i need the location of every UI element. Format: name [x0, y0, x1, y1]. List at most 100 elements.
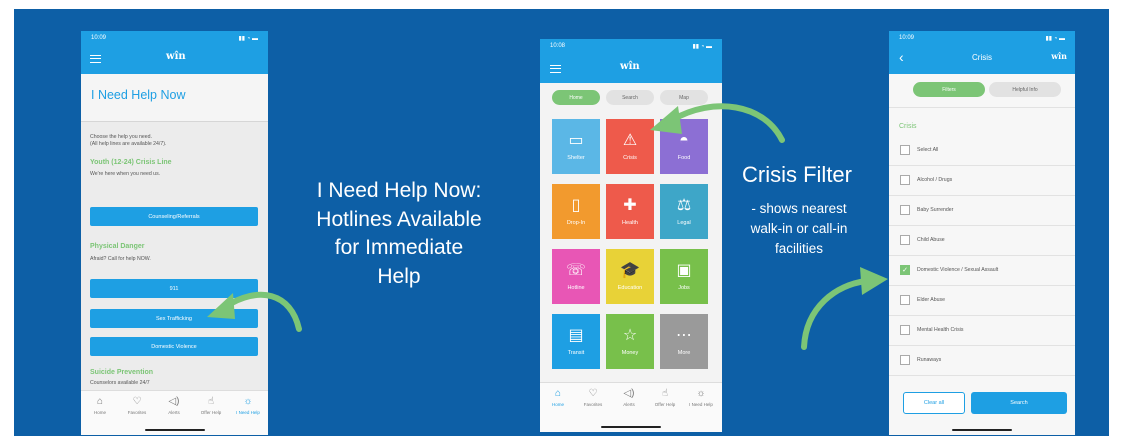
tab-label: Offer Help [200, 410, 222, 415]
tile-label: Jobs [678, 285, 690, 291]
tile-drop-in[interactable]: ▯ Drop-In [552, 184, 600, 239]
checkbox[interactable] [900, 325, 910, 335]
section-text-danger: Afraid? Call for help NOW. [90, 256, 151, 262]
filter-option-label: Runaways [917, 357, 942, 363]
segment-helpful-info[interactable]: Helpful Info [989, 82, 1061, 97]
section-title-youth: Youth (12-24) Crisis Line [90, 159, 172, 166]
filter-option[interactable]: Baby Surrender [900, 205, 953, 215]
tab-favorites[interactable]: ♡ Favorites [577, 388, 609, 407]
divider [889, 285, 1075, 286]
tile-jobs[interactable]: ▣ Jobs [660, 249, 708, 304]
tile-education[interactable]: 🎓 Education [606, 249, 654, 304]
tab-offer-help[interactable]: ☝ Offer Help [195, 396, 227, 415]
tile-label: Money [621, 350, 639, 356]
tab-label: Alerts [168, 410, 180, 415]
hand-icon: ☝ [207, 396, 215, 407]
win-logo: wîn [166, 51, 186, 62]
tab-home[interactable]: ⌂ Home [542, 388, 574, 407]
tab-label: I Need Help [236, 410, 260, 415]
divider [889, 315, 1075, 316]
caption-line: Help [377, 264, 421, 288]
page-header: I Need Help Now [81, 74, 268, 122]
checkbox[interactable] [900, 145, 910, 155]
briefcase-icon: ▣ [676, 262, 692, 279]
tab-label: Favorites [583, 402, 603, 407]
door-icon: ▯ [571, 197, 581, 214]
tab-favorites[interactable]: ♡ Favorites [121, 396, 153, 415]
home-indicator [601, 425, 661, 428]
screen-title: Crisis [972, 53, 992, 62]
caption-line: I Need Help Now: [316, 179, 482, 202]
home-indicator [952, 428, 1012, 431]
tile-label: More [677, 350, 691, 356]
phone-icon: ☏ [565, 262, 586, 279]
caption-line: for Immediate [334, 236, 464, 259]
tab-i-need-help[interactable]: ☼ I Need Help [232, 396, 264, 415]
scales-icon: ⚖ [676, 197, 692, 214]
graduation-icon: 🎓 [620, 262, 640, 279]
checkbox[interactable] [900, 175, 910, 185]
tile-label: Education [617, 285, 643, 291]
home-icon: ⌂ [96, 396, 104, 407]
filter-option[interactable]: Select All [900, 145, 938, 155]
tab-home[interactable]: ⌂ Home [84, 396, 116, 415]
filter-option[interactable]: Alcohol / Drugs [900, 175, 952, 185]
filter-option[interactable]: Mental Health Crisis [900, 325, 963, 335]
caption-line: Hotlines Available [316, 207, 482, 231]
status-time: 10:09 [899, 35, 915, 41]
checkbox-checked[interactable]: ✓ [900, 265, 910, 275]
segment-filters[interactable]: Filters [913, 82, 985, 97]
section-text-suicide: Counselors available 24/7 [90, 380, 150, 386]
segment-home[interactable]: Home [552, 90, 600, 105]
divider [889, 225, 1075, 226]
checkbox[interactable] [900, 235, 910, 245]
filter-option[interactable]: Elder Abuse [900, 295, 945, 305]
section-title-suicide: Suicide Prevention [90, 369, 154, 376]
tile-label: Health [622, 220, 638, 226]
hamburger-menu-icon[interactable] [90, 55, 101, 63]
checkbox[interactable] [900, 355, 910, 365]
checkbox[interactable] [900, 205, 910, 215]
signal-battery-icon: ▮▮ ◔ ▬ [692, 43, 712, 50]
filter-option-label: Alcohol / Drugs [917, 177, 953, 183]
tile-shelter[interactable]: ▭ Shelter [552, 119, 600, 174]
filter-option[interactable]: Child Abuse [900, 235, 945, 245]
filter-option[interactable]: Runaways [900, 355, 941, 365]
tile-transit[interactable]: ▤ Transit [552, 314, 600, 369]
tile-hotline[interactable]: ☏ Hotline [552, 249, 600, 304]
tab-i-need-help[interactable]: ☼ I Need Help [685, 388, 717, 407]
star-icon: ☆ [622, 327, 638, 344]
caption-line: walk-in or call-in [750, 221, 848, 236]
tab-alerts[interactable]: ◁) Alerts [158, 396, 190, 415]
clear-all-button[interactable]: Clear all [903, 392, 965, 414]
hamburger-menu-icon[interactable] [550, 65, 561, 73]
tab-alerts[interactable]: ◁) Alerts [613, 388, 645, 407]
counseling-referrals-button[interactable]: Counseling/Referrals [90, 207, 258, 226]
tile-more[interactable]: ⋯ More [660, 314, 708, 369]
tile-label: Hotline [567, 285, 585, 291]
tile-health[interactable]: ✚ Health [606, 184, 654, 239]
checkbox[interactable] [900, 295, 910, 305]
tab-offer-help[interactable]: ☝ Offer Help [649, 388, 681, 407]
intro-line-2: (All help lines are available 24/7). [90, 141, 167, 147]
win-logo: wîn [620, 61, 640, 72]
divider [889, 165, 1075, 166]
divider [889, 375, 1075, 376]
tile-money[interactable]: ☆ Money [606, 314, 654, 369]
more-icon: ⋯ [676, 327, 692, 344]
tile-legal[interactable]: ⚖ Legal [660, 184, 708, 239]
page-title: I Need Help Now [91, 88, 186, 102]
megaphone-icon: ◁) [168, 396, 180, 407]
section-text-youth: We're here when you need us. [90, 171, 161, 177]
tile-label: Transit [567, 350, 585, 356]
home-icon: ⌂ [554, 388, 562, 399]
status-bar: 10:08 ▮▮ ◔ ▬ [540, 39, 722, 53]
help-now-icon: ☼ [243, 396, 253, 407]
app-header: 10:09 ▮▮ ◔ ▬ ‹ Crisis wîn [889, 31, 1075, 74]
medical-icon: ✚ [623, 197, 637, 214]
search-button[interactable]: Search [971, 392, 1067, 414]
filter-option-label: Child Abuse [917, 237, 945, 243]
help-now-icon: ☼ [696, 388, 706, 399]
home-indicator [144, 428, 205, 431]
filter-option[interactable]: ✓ Domestic Violence / Sexual Assault [900, 265, 998, 275]
